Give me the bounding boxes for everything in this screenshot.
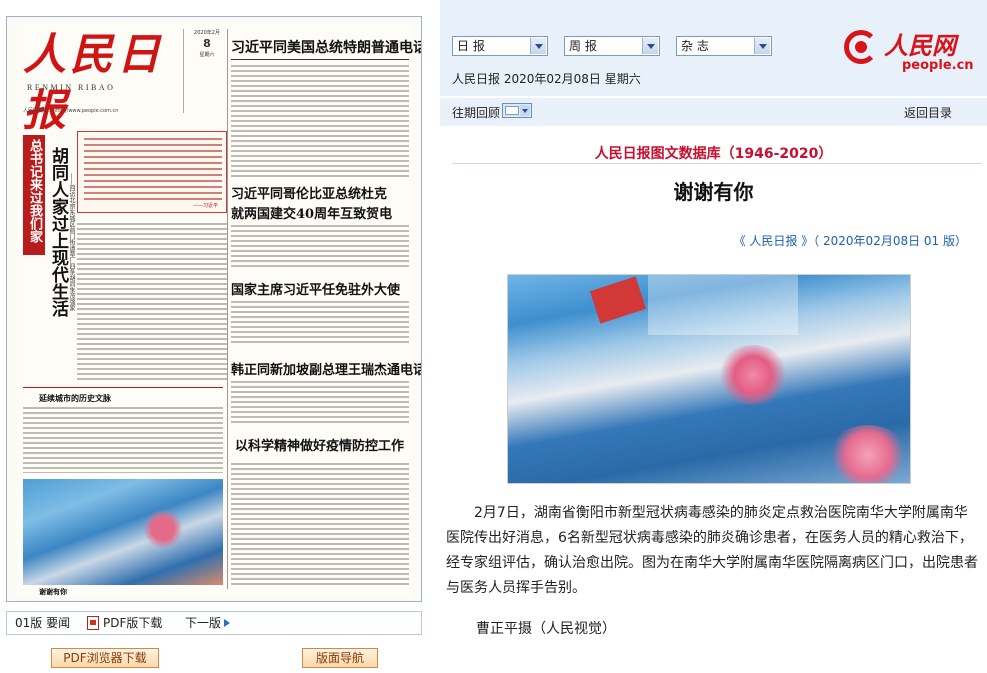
- article-text-block: [77, 223, 227, 381]
- article-panel: 日 报 周 报 杂 志 人民日报 2020年02月08日 星期六 人民网 peo…: [440, 0, 987, 673]
- chevron-down-icon: [520, 105, 530, 116]
- arrow-right-icon: [224, 619, 231, 627]
- article-body: 2月7日，湖南省衡阳市新型冠状病毒感染的肺炎定点救治医院南华大学附属南华医院传出…: [446, 505, 978, 596]
- photo-credit: 曹正平摄（人民视觉）: [476, 621, 616, 637]
- magazine-select-value: 杂 志: [681, 39, 709, 53]
- chevron-down-icon[interactable]: [530, 38, 546, 54]
- magazine-select[interactable]: 杂 志: [676, 36, 772, 56]
- photo-detail: [718, 345, 788, 405]
- archive-label: 往期回顾: [452, 106, 501, 120]
- article-text-block: [231, 381, 409, 425]
- headline-2b[interactable]: 就两国建交40周年互致贺电: [231, 203, 392, 222]
- newspaper-page-image[interactable]: 人民日报 RENMIN RIBAO 人民网网址：http://www.peopl…: [6, 16, 422, 602]
- weekly-select[interactable]: 周 报: [564, 36, 660, 56]
- article-meta: 《 人民日报 》（ 2020年02月08日 01 版）: [733, 234, 967, 248]
- page-navigation-bar: 01版 要闻 PDF版下载 下一版: [6, 611, 422, 635]
- article-text-block: [231, 225, 409, 269]
- issue-date: 2020年2月: [194, 30, 220, 36]
- newspaper-panel: 人民日报 RENMIN RIBAO 人民网网址：http://www.peopl…: [0, 0, 440, 673]
- daily-select-value: 日 报: [457, 39, 485, 53]
- masthead-logo: 人民日报 RENMIN RIBAO: [23, 27, 183, 136]
- pdf-download-label: PDF版下载: [103, 616, 163, 630]
- photo-detail: [589, 276, 647, 324]
- next-page-label: 下一版: [185, 616, 222, 630]
- photo-detail: [648, 275, 798, 335]
- side-feature-bar: 总书记来过我们家: [23, 135, 45, 255]
- issue-day: 8: [203, 37, 211, 50]
- chevron-down-icon[interactable]: [642, 38, 658, 54]
- column-divider: [227, 29, 228, 589]
- divider: [452, 163, 982, 164]
- article-text-block: [23, 407, 223, 473]
- article-photo[interactable]: [507, 274, 911, 484]
- article-title: 谢谢有你: [673, 180, 754, 204]
- weekly-select-value: 周 报: [569, 39, 597, 53]
- side-feature-label: 总书记来过我们家: [27, 139, 42, 243]
- logo-text-cn: 人民网: [884, 31, 956, 60]
- quote-box: ——习近平: [77, 131, 227, 213]
- headline-3[interactable]: 国家主席习近平任免驻外大使: [231, 279, 400, 298]
- next-page-link[interactable]: 下一版: [185, 612, 231, 634]
- masthead-en: RENMIN RIBAO: [27, 83, 116, 92]
- logo-mark-icon: [844, 30, 878, 64]
- date-picker-button[interactable]: [502, 103, 532, 118]
- issue-info: 2020年2月 8 星期六: [183, 29, 227, 113]
- edition-date: 人民日报 2020年02月08日 星期六: [452, 72, 641, 86]
- top-bar: 日 报 周 报 杂 志 人民日报 2020年02月08日 星期六 人民网 peo…: [440, 0, 987, 96]
- chevron-down-icon[interactable]: [754, 38, 770, 54]
- headline-1[interactable]: 习近平同美国总统特朗普通电话: [231, 37, 421, 57]
- pdf-browser-download-button[interactable]: PDF浏览器下载: [51, 648, 159, 668]
- logo-text-en: people.cn: [902, 58, 974, 73]
- current-page-label[interactable]: 01版 要闻: [15, 612, 70, 634]
- front-page-photo[interactable]: [23, 479, 223, 585]
- newspaper-page: 人民日报 RENMIN RIBAO 人民网网址：http://www.peopl…: [17, 23, 421, 597]
- feature-title[interactable]: 胡同人家过上现代生活: [47, 147, 69, 317]
- divider: [23, 387, 223, 388]
- headline-5[interactable]: 以科学精神做好疫情防控工作: [235, 435, 404, 454]
- article-text-block: [231, 301, 409, 345]
- headline-4[interactable]: 韩正同新加坡副总理王瑞杰通电话: [231, 359, 421, 378]
- photo-caption: 谢谢有你: [39, 587, 67, 596]
- feature-subtitle: ——回访北京东城区前门街道草厂四条胡同朱茂强家: [68, 173, 75, 311]
- article-text-block: [231, 463, 409, 587]
- article-text-block: [231, 65, 409, 177]
- headline-2a[interactable]: 习近平同哥伦比亚总统杜克: [231, 183, 387, 202]
- archive-bar: 往期回顾 返回目录: [440, 98, 987, 126]
- photo-detail: [828, 425, 908, 483]
- people-cn-logo[interactable]: 人民网 people.cn: [844, 26, 984, 78]
- pdf-icon: [87, 616, 99, 630]
- masthead-url: 人民网网址：http://www.people.com.cn: [23, 108, 119, 114]
- calendar-icon: [505, 106, 519, 115]
- divider: [231, 59, 409, 60]
- daily-select[interactable]: 日 报: [452, 36, 548, 56]
- back-to-contents-link[interactable]: 返回目录: [904, 104, 952, 121]
- layout-navigation-button[interactable]: 版面导航: [302, 648, 378, 668]
- pdf-download-link[interactable]: PDF版下载: [87, 612, 162, 634]
- database-title: 人民日报图文数据库（1946-2020）: [594, 146, 833, 162]
- issue-weekday: 星期六: [199, 52, 215, 58]
- quote-signature: ——习近平: [192, 203, 218, 209]
- section-heading[interactable]: 延续城市的历史文脉: [39, 393, 111, 404]
- quote-text: [84, 138, 222, 204]
